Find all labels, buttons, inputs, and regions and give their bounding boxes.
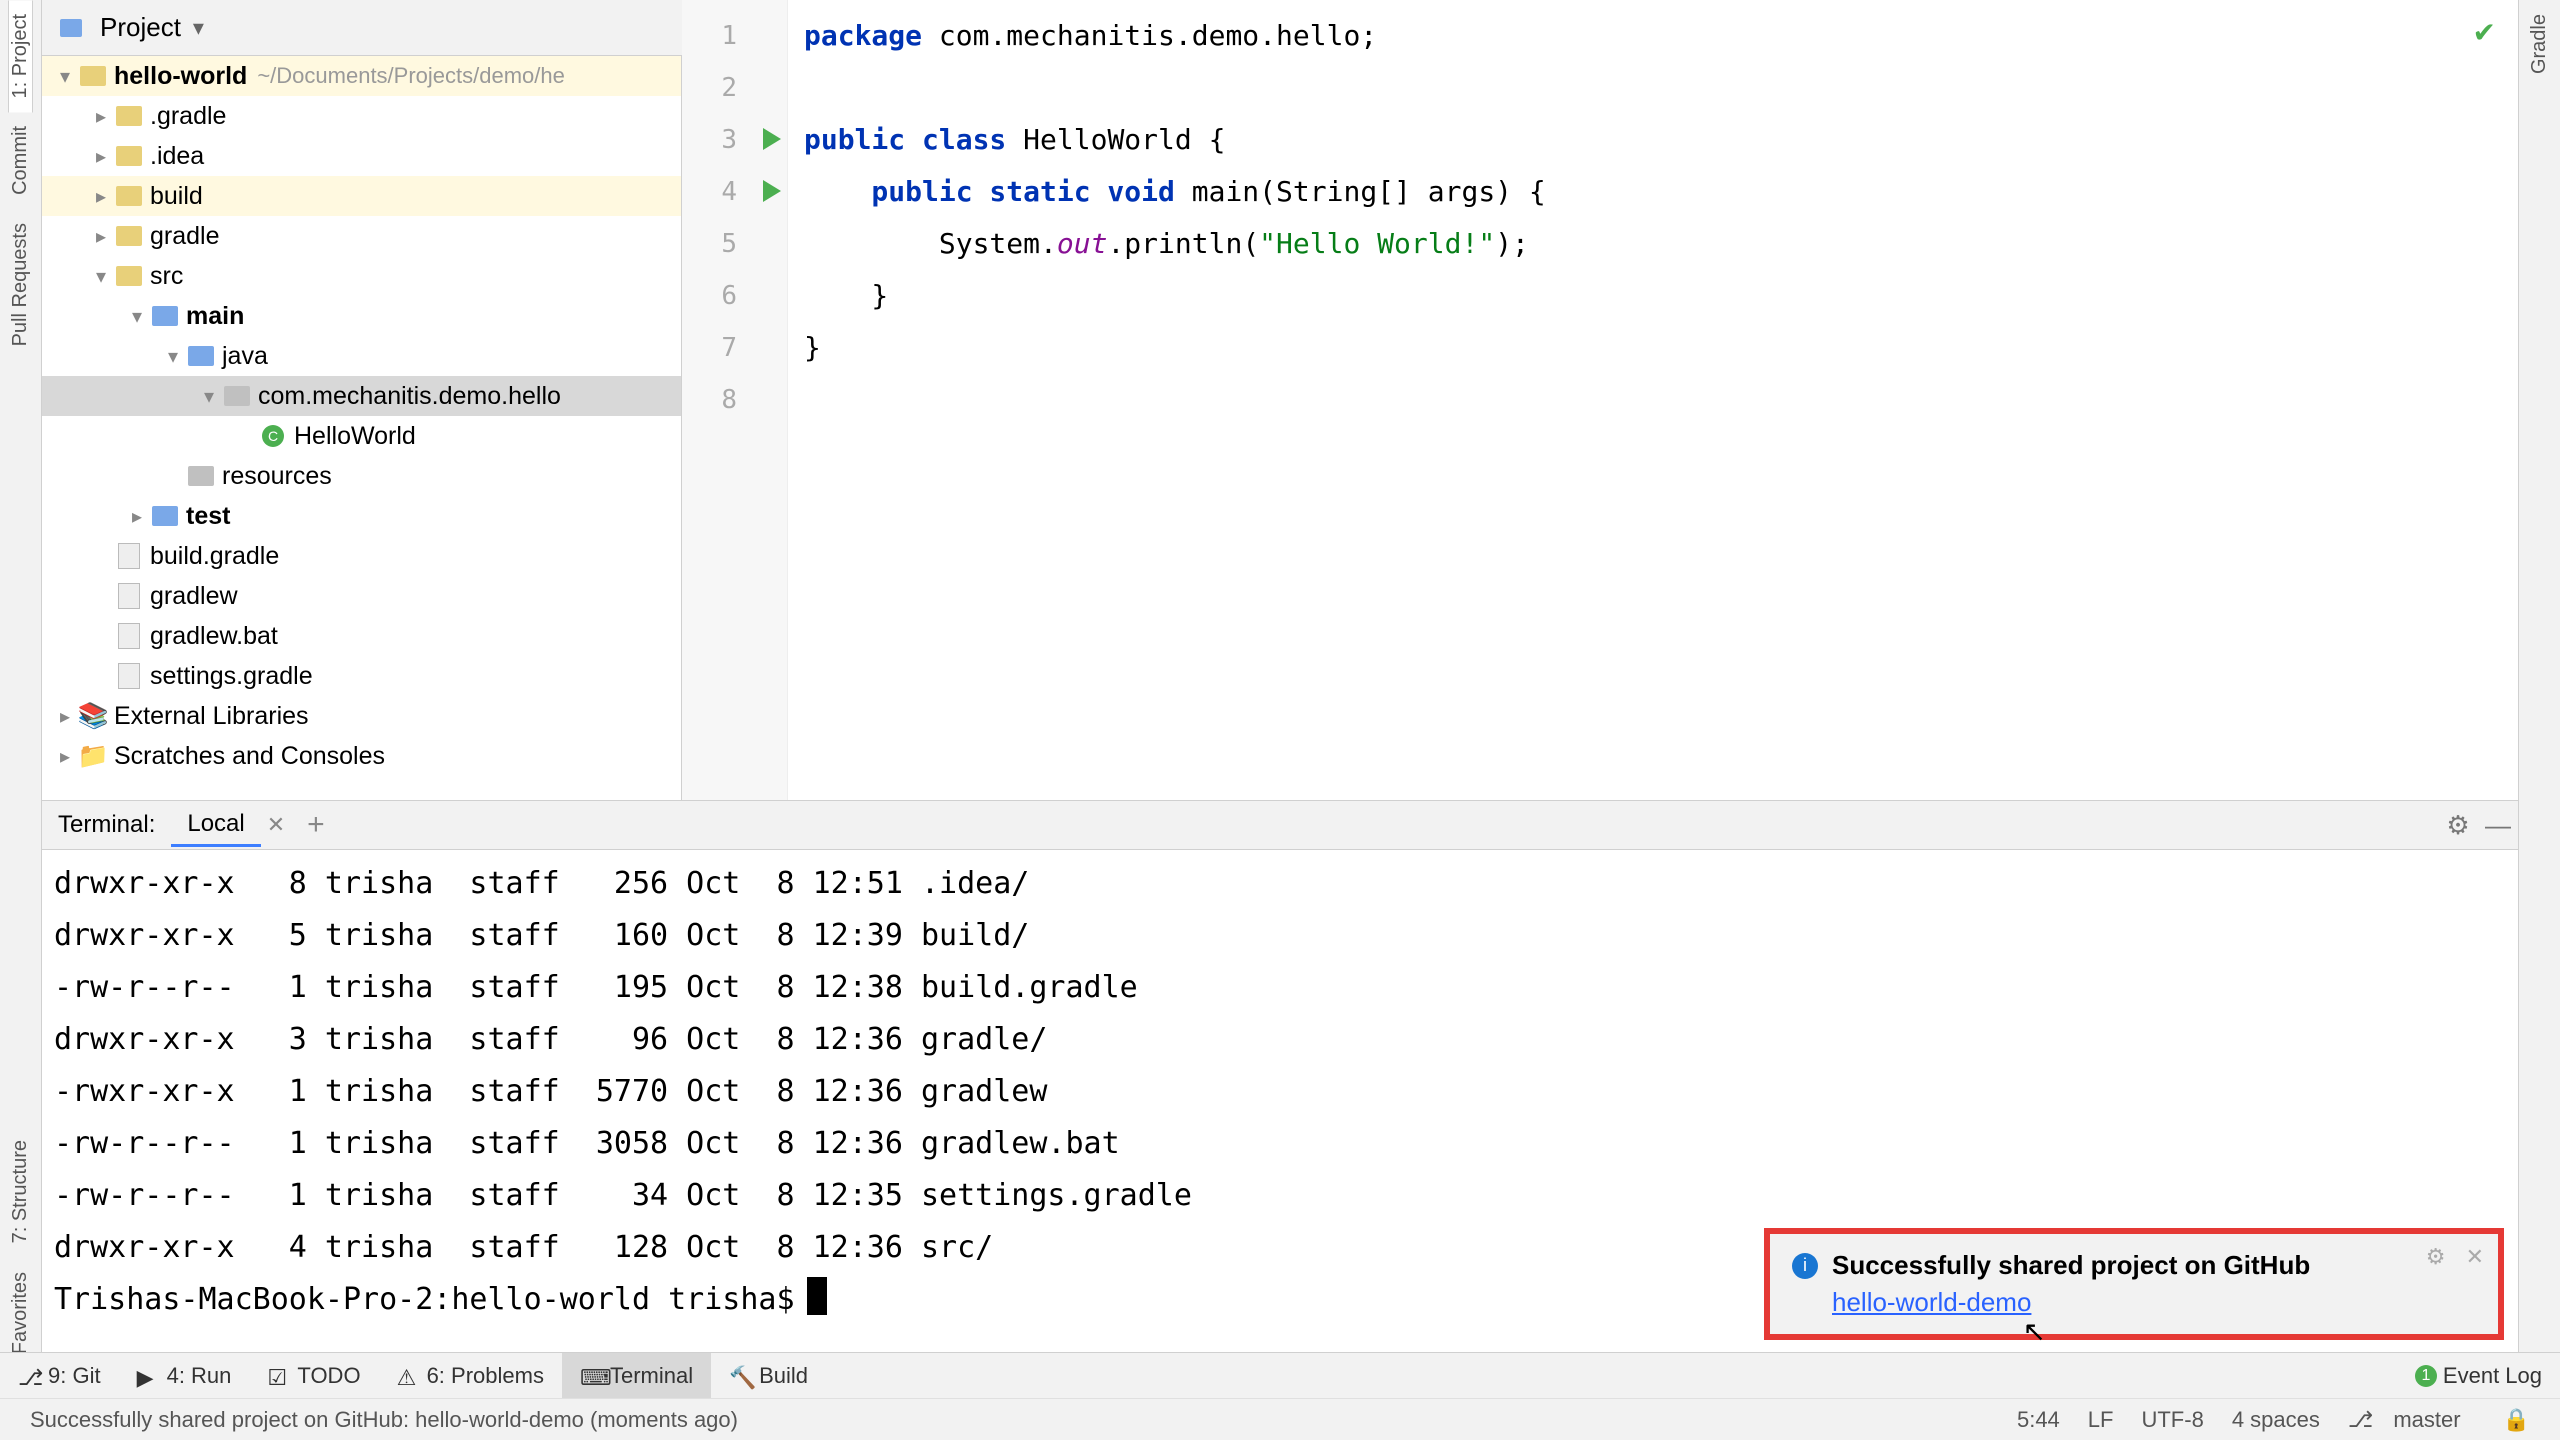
terminal-label: Terminal: — [42, 811, 171, 839]
tree-item[interactable]: ▾main — [42, 296, 681, 336]
project-view-title[interactable]: Project — [100, 12, 181, 43]
todo-icon: ☑ — [267, 1365, 289, 1387]
close-icon[interactable]: ✕ — [2466, 1244, 2484, 1269]
code-editor[interactable]: 1 2 3 4 5 6 7 8 package com.mechanitis.d… — [682, 0, 2518, 800]
toolwin-run[interactable]: ▶4: Run — [119, 1353, 250, 1398]
tree-external-libs[interactable]: ▸📚External Libraries — [42, 696, 681, 736]
inspection-ok-icon[interactable]: ✔ — [2473, 16, 2496, 49]
tree-item[interactable]: ▸gradle — [42, 216, 681, 256]
toolwin-git[interactable]: ⎇9: Git — [0, 1353, 119, 1398]
run-line-icon[interactable] — [763, 128, 781, 150]
tree-item[interactable]: CHelloWorld — [42, 416, 681, 456]
new-terminal-icon[interactable]: + — [307, 808, 325, 842]
tree-item[interactable]: resources — [42, 456, 681, 496]
tree-item[interactable]: ▸build — [42, 176, 681, 216]
close-tab-icon[interactable]: ✕ — [267, 812, 285, 838]
lock-icon[interactable]: 🔒 — [2503, 1407, 2530, 1433]
notification-link[interactable]: hello-world-demo — [1832, 1287, 2031, 1318]
tree-item[interactable]: ▸.gradle — [42, 96, 681, 136]
chevron-down-icon[interactable]: ▾ — [193, 15, 204, 41]
left-tool-rail: 1: Project Commit Pull Requests 7: Struc… — [0, 0, 42, 1390]
terminal-prompt: Trishas-MacBook-Pro-2:hello-world trisha… — [54, 1282, 795, 1317]
gear-icon[interactable]: ⚙ — [2438, 805, 2478, 845]
rail-gradle[interactable]: Gradle — [2528, 0, 2551, 88]
indent[interactable]: 4 spaces — [2232, 1407, 2320, 1433]
git-branch-icon: ⎇ — [18, 1365, 40, 1387]
rail-pull-requests[interactable]: Pull Requests — [9, 209, 32, 360]
hammer-icon: 🔨 — [729, 1365, 751, 1387]
git-branch[interactable]: ⎇ master — [2348, 1407, 2475, 1433]
toolwin-todo[interactable]: ☑TODO — [249, 1353, 378, 1398]
line-ending[interactable]: LF — [2088, 1407, 2114, 1433]
editor-gutter: 1 2 3 4 5 6 7 8 — [682, 0, 788, 800]
status-bar: Successfully shared project on GitHub: h… — [0, 1398, 2560, 1440]
gear-icon[interactable]: ⚙ — [2426, 1244, 2446, 1269]
terminal-tab-local[interactable]: Local — [171, 804, 260, 847]
tree-root[interactable]: ▾ hello-world ~/Documents/Projects/demo/… — [42, 56, 681, 96]
tree-item[interactable]: build.gradle — [42, 536, 681, 576]
tree-item[interactable]: ▾java — [42, 336, 681, 376]
tree-item[interactable]: gradlew.bat — [42, 616, 681, 656]
project-icon — [56, 16, 86, 40]
tree-item[interactable]: gradlew — [42, 576, 681, 616]
status-message: Successfully shared project on GitHub: h… — [30, 1407, 738, 1433]
warning-icon: ⚠ — [397, 1365, 419, 1387]
tree-root-label: hello-world — [114, 62, 247, 91]
run-line-icon[interactable] — [763, 180, 781, 202]
play-icon: ▶ — [137, 1365, 159, 1387]
rail-structure[interactable]: 7: Structure — [9, 1126, 32, 1257]
tree-root-path: ~/Documents/Projects/demo/he — [257, 63, 565, 89]
toolwin-terminal[interactable]: ⌨Terminal — [562, 1353, 711, 1398]
event-badge: 1 — [2415, 1365, 2437, 1387]
rail-commit[interactable]: Commit — [9, 112, 32, 209]
toolwin-problems[interactable]: ⚠6: Problems — [379, 1353, 562, 1398]
encoding[interactable]: UTF-8 — [2141, 1407, 2203, 1433]
terminal-cursor — [807, 1277, 827, 1315]
toolwin-build[interactable]: 🔨Build — [711, 1353, 826, 1398]
tree-item[interactable]: ▸.idea — [42, 136, 681, 176]
notification-title: Successfully shared project on GitHub — [1832, 1250, 2310, 1281]
info-icon: i — [1792, 1253, 1818, 1279]
terminal-icon: ⌨ — [580, 1365, 602, 1387]
code-area[interactable]: package com.mechanitis.demo.hello; publi… — [788, 0, 2518, 800]
tree-item-selected[interactable]: ▾com.mechanitis.demo.hello — [42, 376, 681, 416]
project-tree[interactable]: ▾ hello-world ~/Documents/Projects/demo/… — [42, 56, 682, 800]
tree-item[interactable]: settings.gradle — [42, 656, 681, 696]
tree-item[interactable]: ▾src — [42, 256, 681, 296]
tree-scratches[interactable]: ▸📁Scratches and Consoles — [42, 736, 681, 776]
hide-icon[interactable]: — — [2478, 805, 2518, 845]
right-tool-rail: Gradle — [2518, 0, 2560, 1390]
tree-item[interactable]: ▸test — [42, 496, 681, 536]
bottom-tool-bar: ⎇9: Git ▶4: Run ☑TODO ⚠6: Problems ⌨Term… — [0, 1352, 2560, 1398]
rail-project[interactable]: 1: Project — [8, 0, 33, 112]
toolwin-event-log[interactable]: 1Event Log — [2397, 1353, 2560, 1398]
caret-position[interactable]: 5:44 — [2017, 1407, 2060, 1433]
notification-popup: ⚙ ✕ i Successfully shared project on Git… — [1764, 1228, 2504, 1340]
terminal-header: Terminal: Local ✕ + ⚙ — — [42, 800, 2518, 850]
cursor-icon: ↖ — [2023, 1315, 2046, 1348]
